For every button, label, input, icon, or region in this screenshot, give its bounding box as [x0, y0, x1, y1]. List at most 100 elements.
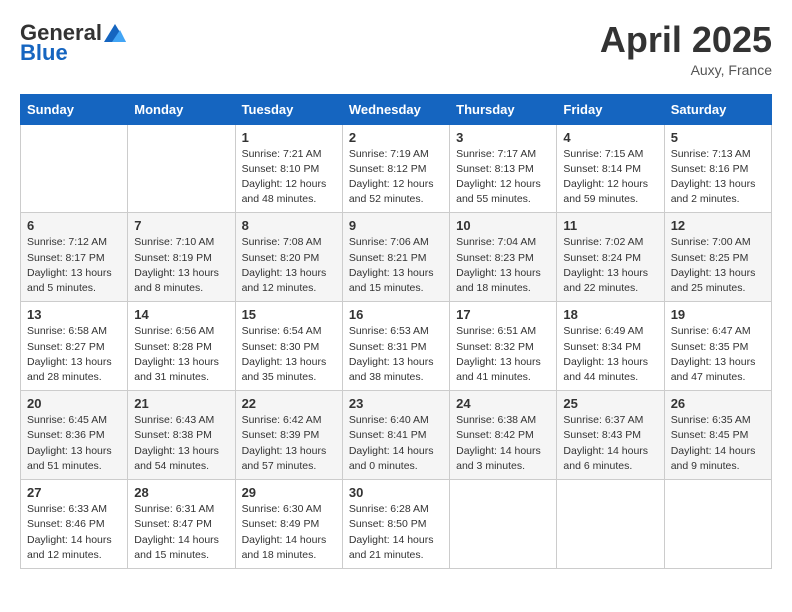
header-tuesday: Tuesday [235, 94, 342, 124]
header-saturday: Saturday [664, 94, 771, 124]
day-info: Sunrise: 7:15 AM Sunset: 8:14 PM Dayligh… [563, 147, 657, 208]
header-thursday: Thursday [450, 94, 557, 124]
calendar-week-row: 1Sunrise: 7:21 AM Sunset: 8:10 PM Daylig… [21, 124, 772, 213]
day-number: 21 [134, 396, 228, 411]
logo-blue-text: Blue [20, 40, 68, 66]
day-number: 7 [134, 218, 228, 233]
day-info: Sunrise: 6:56 AM Sunset: 8:28 PM Dayligh… [134, 324, 228, 385]
day-info: Sunrise: 7:21 AM Sunset: 8:10 PM Dayligh… [242, 147, 336, 208]
table-row: 18 Sunrise: 6:49 AM Sunset: 8:34 PM Dayli… [557, 302, 664, 391]
month-title: April 2025 [600, 20, 772, 60]
table-row: 20 Sunrise: 6:45 AM Sunset: 8:36 PM Dayli… [21, 391, 128, 480]
day-info: Sunrise: 6:53 AM Sunset: 8:31 PM Dayligh… [349, 324, 443, 385]
table-row: 2 Sunrise: 7:19 AM Sunset: 8:12 PM Daylig… [342, 124, 449, 213]
table-row [557, 480, 664, 569]
header-friday: Friday [557, 94, 664, 124]
day-info: Sunrise: 7:19 AM Sunset: 8:12 PM Dayligh… [349, 147, 443, 208]
calendar-week-row: 20 Sunrise: 6:45 AM Sunset: 8:36 PM Dayli… [21, 391, 772, 480]
day-info: Sunrise: 6:49 AM Sunset: 8:34 PM Dayligh… [563, 324, 657, 385]
table-row: 16 Sunrise: 6:53 AM Sunset: 8:31 PM Dayli… [342, 302, 449, 391]
table-row: 29 Sunrise: 6:30 AM Sunset: 8:49 PM Dayli… [235, 480, 342, 569]
table-row: 14Sunrise: 6:56 AM Sunset: 8:28 PM Dayli… [128, 302, 235, 391]
page-header: General Blue April 2025 Auxy, France [20, 20, 772, 78]
table-row: 17Sunrise: 6:51 AM Sunset: 8:32 PM Dayli… [450, 302, 557, 391]
calendar-week-row: 27 Sunrise: 6:33 AM Sunset: 8:46 PM Dayli… [21, 480, 772, 569]
table-row: 28Sunrise: 6:31 AM Sunset: 8:47 PM Dayli… [128, 480, 235, 569]
table-row: 23Sunrise: 6:40 AM Sunset: 8:41 PM Dayli… [342, 391, 449, 480]
day-info: Sunrise: 6:40 AM Sunset: 8:41 PM Dayligh… [349, 413, 443, 474]
table-row: 6 Sunrise: 7:12 AM Sunset: 8:17 PM Daylig… [21, 213, 128, 302]
day-info: Sunrise: 7:02 AM Sunset: 8:24 PM Dayligh… [563, 235, 657, 296]
calendar-table: Sunday Monday Tuesday Wednesday Thursday… [20, 94, 772, 569]
table-row: 8 Sunrise: 7:08 AM Sunset: 8:20 PM Daylig… [235, 213, 342, 302]
day-info: Sunrise: 6:28 AM Sunset: 8:50 PM Dayligh… [349, 502, 443, 563]
header-sunday: Sunday [21, 94, 128, 124]
day-number: 8 [242, 218, 336, 233]
table-row: 21Sunrise: 6:43 AM Sunset: 8:38 PM Dayli… [128, 391, 235, 480]
day-number: 22 [242, 396, 336, 411]
day-number: 5 [671, 130, 765, 145]
day-number: 27 [27, 485, 121, 500]
day-info: Sunrise: 6:37 AM Sunset: 8:43 PM Dayligh… [563, 413, 657, 474]
table-row: 26 Sunrise: 6:35 AM Sunset: 8:45 PM Dayli… [664, 391, 771, 480]
calendar-week-row: 6 Sunrise: 7:12 AM Sunset: 8:17 PM Daylig… [21, 213, 772, 302]
day-number: 25 [563, 396, 657, 411]
day-info: Sunrise: 7:06 AM Sunset: 8:21 PM Dayligh… [349, 235, 443, 296]
day-number: 28 [134, 485, 228, 500]
day-number: 3 [456, 130, 550, 145]
day-info: Sunrise: 6:38 AM Sunset: 8:42 PM Dayligh… [456, 413, 550, 474]
day-info: Sunrise: 6:58 AM Sunset: 8:27 PM Dayligh… [27, 324, 121, 385]
day-number: 26 [671, 396, 765, 411]
day-info: Sunrise: 6:30 AM Sunset: 8:49 PM Dayligh… [242, 502, 336, 563]
day-info: Sunrise: 7:04 AM Sunset: 8:23 PM Dayligh… [456, 235, 550, 296]
day-number: 11 [563, 218, 657, 233]
table-row: 30 Sunrise: 6:28 AM Sunset: 8:50 PM Dayli… [342, 480, 449, 569]
day-info: Sunrise: 6:33 AM Sunset: 8:46 PM Dayligh… [27, 502, 121, 563]
day-number: 20 [27, 396, 121, 411]
day-info: Sunrise: 6:35 AM Sunset: 8:45 PM Dayligh… [671, 413, 765, 474]
day-number: 2 [349, 130, 443, 145]
day-info: Sunrise: 6:47 AM Sunset: 8:35 PM Dayligh… [671, 324, 765, 385]
table-row [21, 124, 128, 213]
table-row: 9Sunrise: 7:06 AM Sunset: 8:21 PM Daylig… [342, 213, 449, 302]
table-row: 7 Sunrise: 7:10 AM Sunset: 8:19 PM Daylig… [128, 213, 235, 302]
day-number: 30 [349, 485, 443, 500]
day-info: Sunrise: 7:10 AM Sunset: 8:19 PM Dayligh… [134, 235, 228, 296]
table-row: 25 Sunrise: 6:37 AM Sunset: 8:43 PM Dayli… [557, 391, 664, 480]
day-info: Sunrise: 6:45 AM Sunset: 8:36 PM Dayligh… [27, 413, 121, 474]
day-number: 29 [242, 485, 336, 500]
location: Auxy, France [600, 62, 772, 78]
table-row: 11 Sunrise: 7:02 AM Sunset: 8:24 PM Dayli… [557, 213, 664, 302]
table-row: 12Sunrise: 7:00 AM Sunset: 8:25 PM Dayli… [664, 213, 771, 302]
day-number: 19 [671, 307, 765, 322]
day-number: 13 [27, 307, 121, 322]
day-info: Sunrise: 7:17 AM Sunset: 8:13 PM Dayligh… [456, 147, 550, 208]
day-number: 6 [27, 218, 121, 233]
table-row: 19 Sunrise: 6:47 AM Sunset: 8:35 PM Dayli… [664, 302, 771, 391]
day-number: 16 [349, 307, 443, 322]
day-number: 12 [671, 218, 765, 233]
table-row: 24 Sunrise: 6:38 AM Sunset: 8:42 PM Dayli… [450, 391, 557, 480]
day-number: 18 [563, 307, 657, 322]
day-number: 4 [563, 130, 657, 145]
day-info: Sunrise: 7:12 AM Sunset: 8:17 PM Dayligh… [27, 235, 121, 296]
table-row: 10 Sunrise: 7:04 AM Sunset: 8:23 PM Dayli… [450, 213, 557, 302]
table-row: 22Sunrise: 6:42 AM Sunset: 8:39 PM Dayli… [235, 391, 342, 480]
header-monday: Monday [128, 94, 235, 124]
day-number: 15 [242, 307, 336, 322]
table-row: 5 Sunrise: 7:13 AM Sunset: 8:16 PM Daylig… [664, 124, 771, 213]
day-info: Sunrise: 7:13 AM Sunset: 8:16 PM Dayligh… [671, 147, 765, 208]
table-row: 1Sunrise: 7:21 AM Sunset: 8:10 PM Daylig… [235, 124, 342, 213]
title-section: April 2025 Auxy, France [600, 20, 772, 78]
calendar-week-row: 13 Sunrise: 6:58 AM Sunset: 8:27 PM Dayli… [21, 302, 772, 391]
table-row: 3 Sunrise: 7:17 AM Sunset: 8:13 PM Daylig… [450, 124, 557, 213]
day-info: Sunrise: 6:51 AM Sunset: 8:32 PM Dayligh… [456, 324, 550, 385]
table-row: 13 Sunrise: 6:58 AM Sunset: 8:27 PM Dayli… [21, 302, 128, 391]
day-number: 24 [456, 396, 550, 411]
day-info: Sunrise: 7:08 AM Sunset: 8:20 PM Dayligh… [242, 235, 336, 296]
table-row [664, 480, 771, 569]
day-number: 10 [456, 218, 550, 233]
table-row [128, 124, 235, 213]
day-info: Sunrise: 6:54 AM Sunset: 8:30 PM Dayligh… [242, 324, 336, 385]
calendar-header-row: Sunday Monday Tuesday Wednesday Thursday… [21, 94, 772, 124]
